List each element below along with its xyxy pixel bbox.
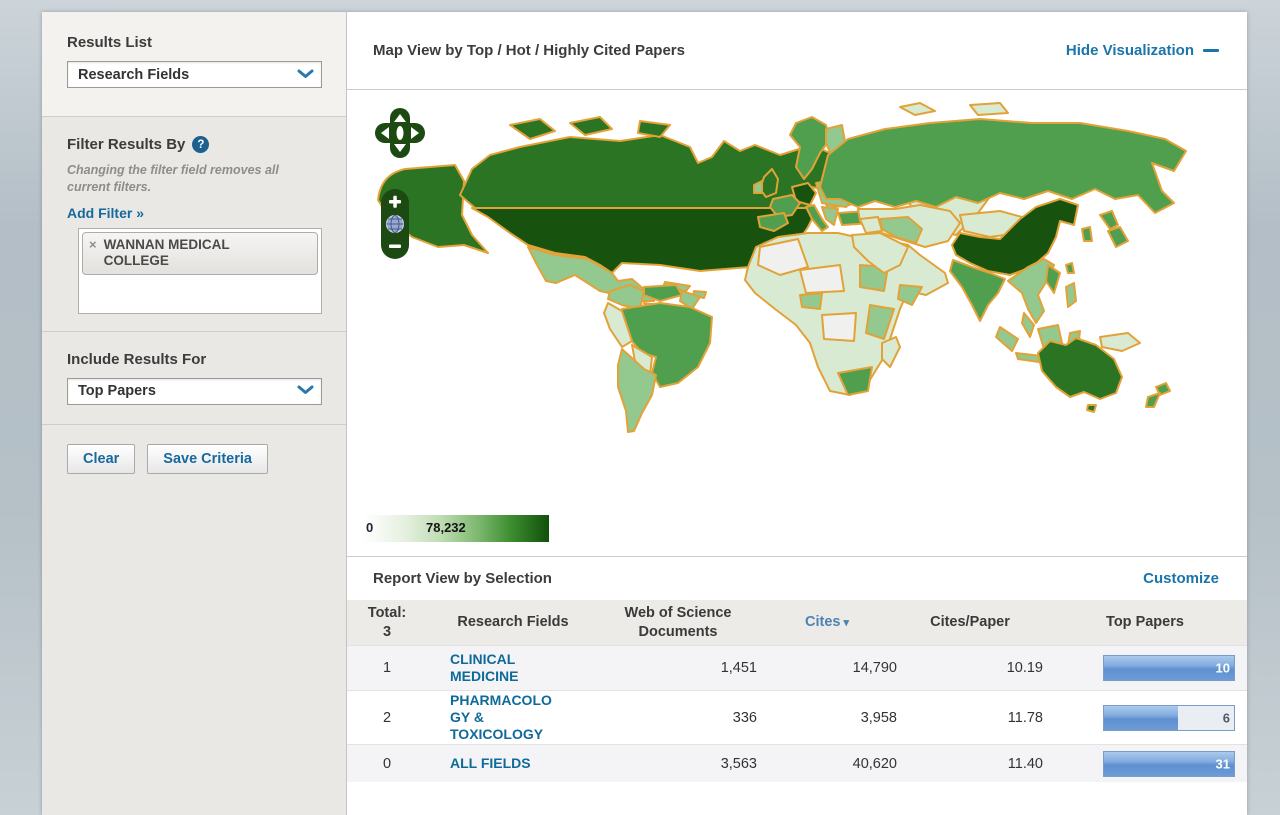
table-header-row: Total: 3 Research Fields Web of Science …: [347, 600, 1247, 645]
map-pan-control[interactable]: [373, 106, 427, 164]
top-papers-bar: 31: [1103, 751, 1235, 777]
column-header-documents[interactable]: Web of Science Documents: [599, 604, 757, 640]
map-title: Map View by Top / Hot / Highly Cited Pap…: [373, 42, 685, 59]
report-title: Report View by Selection: [373, 570, 552, 587]
top-papers-bar: 6: [1103, 705, 1235, 731]
filter-heading: Filter Results By: [67, 136, 185, 153]
minimize-icon: [1203, 49, 1219, 53]
column-header-research-fields[interactable]: Research Fields: [427, 613, 599, 631]
column-header-cites-per-paper[interactable]: Cites/Paper: [897, 613, 1043, 631]
filter-section: Filter Results By ? Changing the filter …: [42, 117, 346, 314]
cites-label: Cites: [805, 614, 840, 630]
include-results-heading: Include Results For: [67, 351, 321, 368]
cites-per-paper-value: 11.40: [897, 756, 1043, 772]
add-filter-link[interactable]: Add Filter »: [67, 205, 144, 221]
top-papers-value: 10: [1216, 661, 1230, 676]
row-rank: 1: [347, 660, 427, 676]
map-header: Map View by Top / Hot / Highly Cited Pap…: [347, 12, 1247, 90]
remove-icon[interactable]: ×: [89, 237, 97, 253]
results-list-heading: Results List: [67, 34, 321, 51]
documents-value: 336: [599, 710, 757, 726]
sidebar-actions: Clear Save Criteria: [42, 424, 346, 474]
report-table: Total: 3 Research Fields Web of Science …: [347, 600, 1247, 782]
main-panel: Map View by Top / Hot / Highly Cited Pap…: [347, 12, 1247, 815]
filter-note: Changing the filter field removes all cu…: [67, 162, 307, 196]
documents-value: 3,563: [599, 756, 757, 772]
help-icon[interactable]: ?: [192, 136, 209, 153]
field-link[interactable]: ALL FIELDS: [450, 755, 558, 772]
hide-visualization-label: Hide Visualization: [1066, 42, 1194, 59]
cites-per-paper-value: 10.19: [897, 660, 1043, 676]
include-results-dropdown[interactable]: Top Papers: [67, 378, 322, 405]
filter-tag[interactable]: × WANNAN MEDICAL COLLEGE: [82, 232, 318, 275]
legend-max-value: 78,232: [426, 520, 466, 535]
table-row: 1 CLINICAL MEDICINE 1,451 14,790 10.19 1…: [347, 645, 1247, 690]
cites-value: 40,620: [757, 756, 897, 772]
filter-tag-list: × WANNAN MEDICAL COLLEGE: [78, 228, 322, 314]
total-count: 3: [347, 623, 427, 641]
map-area: 0 78,232: [347, 90, 1247, 556]
map-zoom-control[interactable]: [380, 188, 410, 260]
legend-min-value: 0: [366, 520, 373, 535]
chevron-down-icon: [297, 66, 314, 84]
continent-oceania: [996, 325, 1170, 412]
continent-africa: [745, 233, 948, 395]
include-results-section: Include Results For Top Papers: [42, 331, 346, 405]
continent-south-america: [604, 285, 712, 432]
column-header-total: Total: 3: [347, 604, 427, 640]
map-legend: 0 78,232: [363, 515, 549, 542]
include-results-selected-value: Top Papers: [78, 383, 156, 399]
sort-desc-icon: ▾: [843, 617, 849, 629]
top-papers-value: 31: [1216, 756, 1230, 771]
app-window: Results List Research Fields Filter Resu…: [42, 12, 1247, 815]
results-list-dropdown[interactable]: Research Fields: [67, 61, 322, 88]
sidebar: Results List Research Fields Filter Resu…: [42, 12, 347, 815]
world-map[interactable]: [360, 95, 1247, 510]
cites-value: 3,958: [757, 710, 897, 726]
top-papers-value: 6: [1223, 710, 1230, 725]
results-list-section: Results List Research Fields: [42, 12, 346, 117]
column-header-cites[interactable]: Cites▾: [757, 613, 897, 631]
customize-link[interactable]: Customize: [1143, 570, 1219, 587]
column-header-top-papers[interactable]: Top Papers: [1043, 613, 1247, 631]
results-list-selected-value: Research Fields: [78, 67, 189, 83]
filter-tag-label: WANNAN MEDICAL COLLEGE: [104, 237, 254, 269]
chevron-down-icon: [297, 382, 314, 400]
top-papers-bar: 10: [1103, 655, 1235, 681]
field-link[interactable]: CLINICAL MEDICINE: [450, 651, 558, 684]
hide-visualization-link[interactable]: Hide Visualization: [1066, 42, 1219, 59]
row-rank: 0: [347, 756, 427, 772]
clear-button[interactable]: Clear: [67, 444, 135, 474]
cites-per-paper-value: 11.78: [897, 710, 1043, 726]
documents-value: 1,451: [599, 660, 757, 676]
report-header: Report View by Selection Customize: [347, 556, 1247, 600]
field-link[interactable]: PHARMACOLOGY & TOXICOLOGY: [450, 692, 558, 742]
row-rank: 2: [347, 710, 427, 726]
cites-value: 14,790: [757, 660, 897, 676]
table-row: 2 PHARMACOLOGY & TOXICOLOGY 336 3,958 11…: [347, 690, 1247, 744]
table-row: 0 ALL FIELDS 3,563 40,620 11.40 31: [347, 744, 1247, 782]
save-criteria-button[interactable]: Save Criteria: [147, 444, 268, 474]
total-label: Total:: [347, 604, 427, 622]
